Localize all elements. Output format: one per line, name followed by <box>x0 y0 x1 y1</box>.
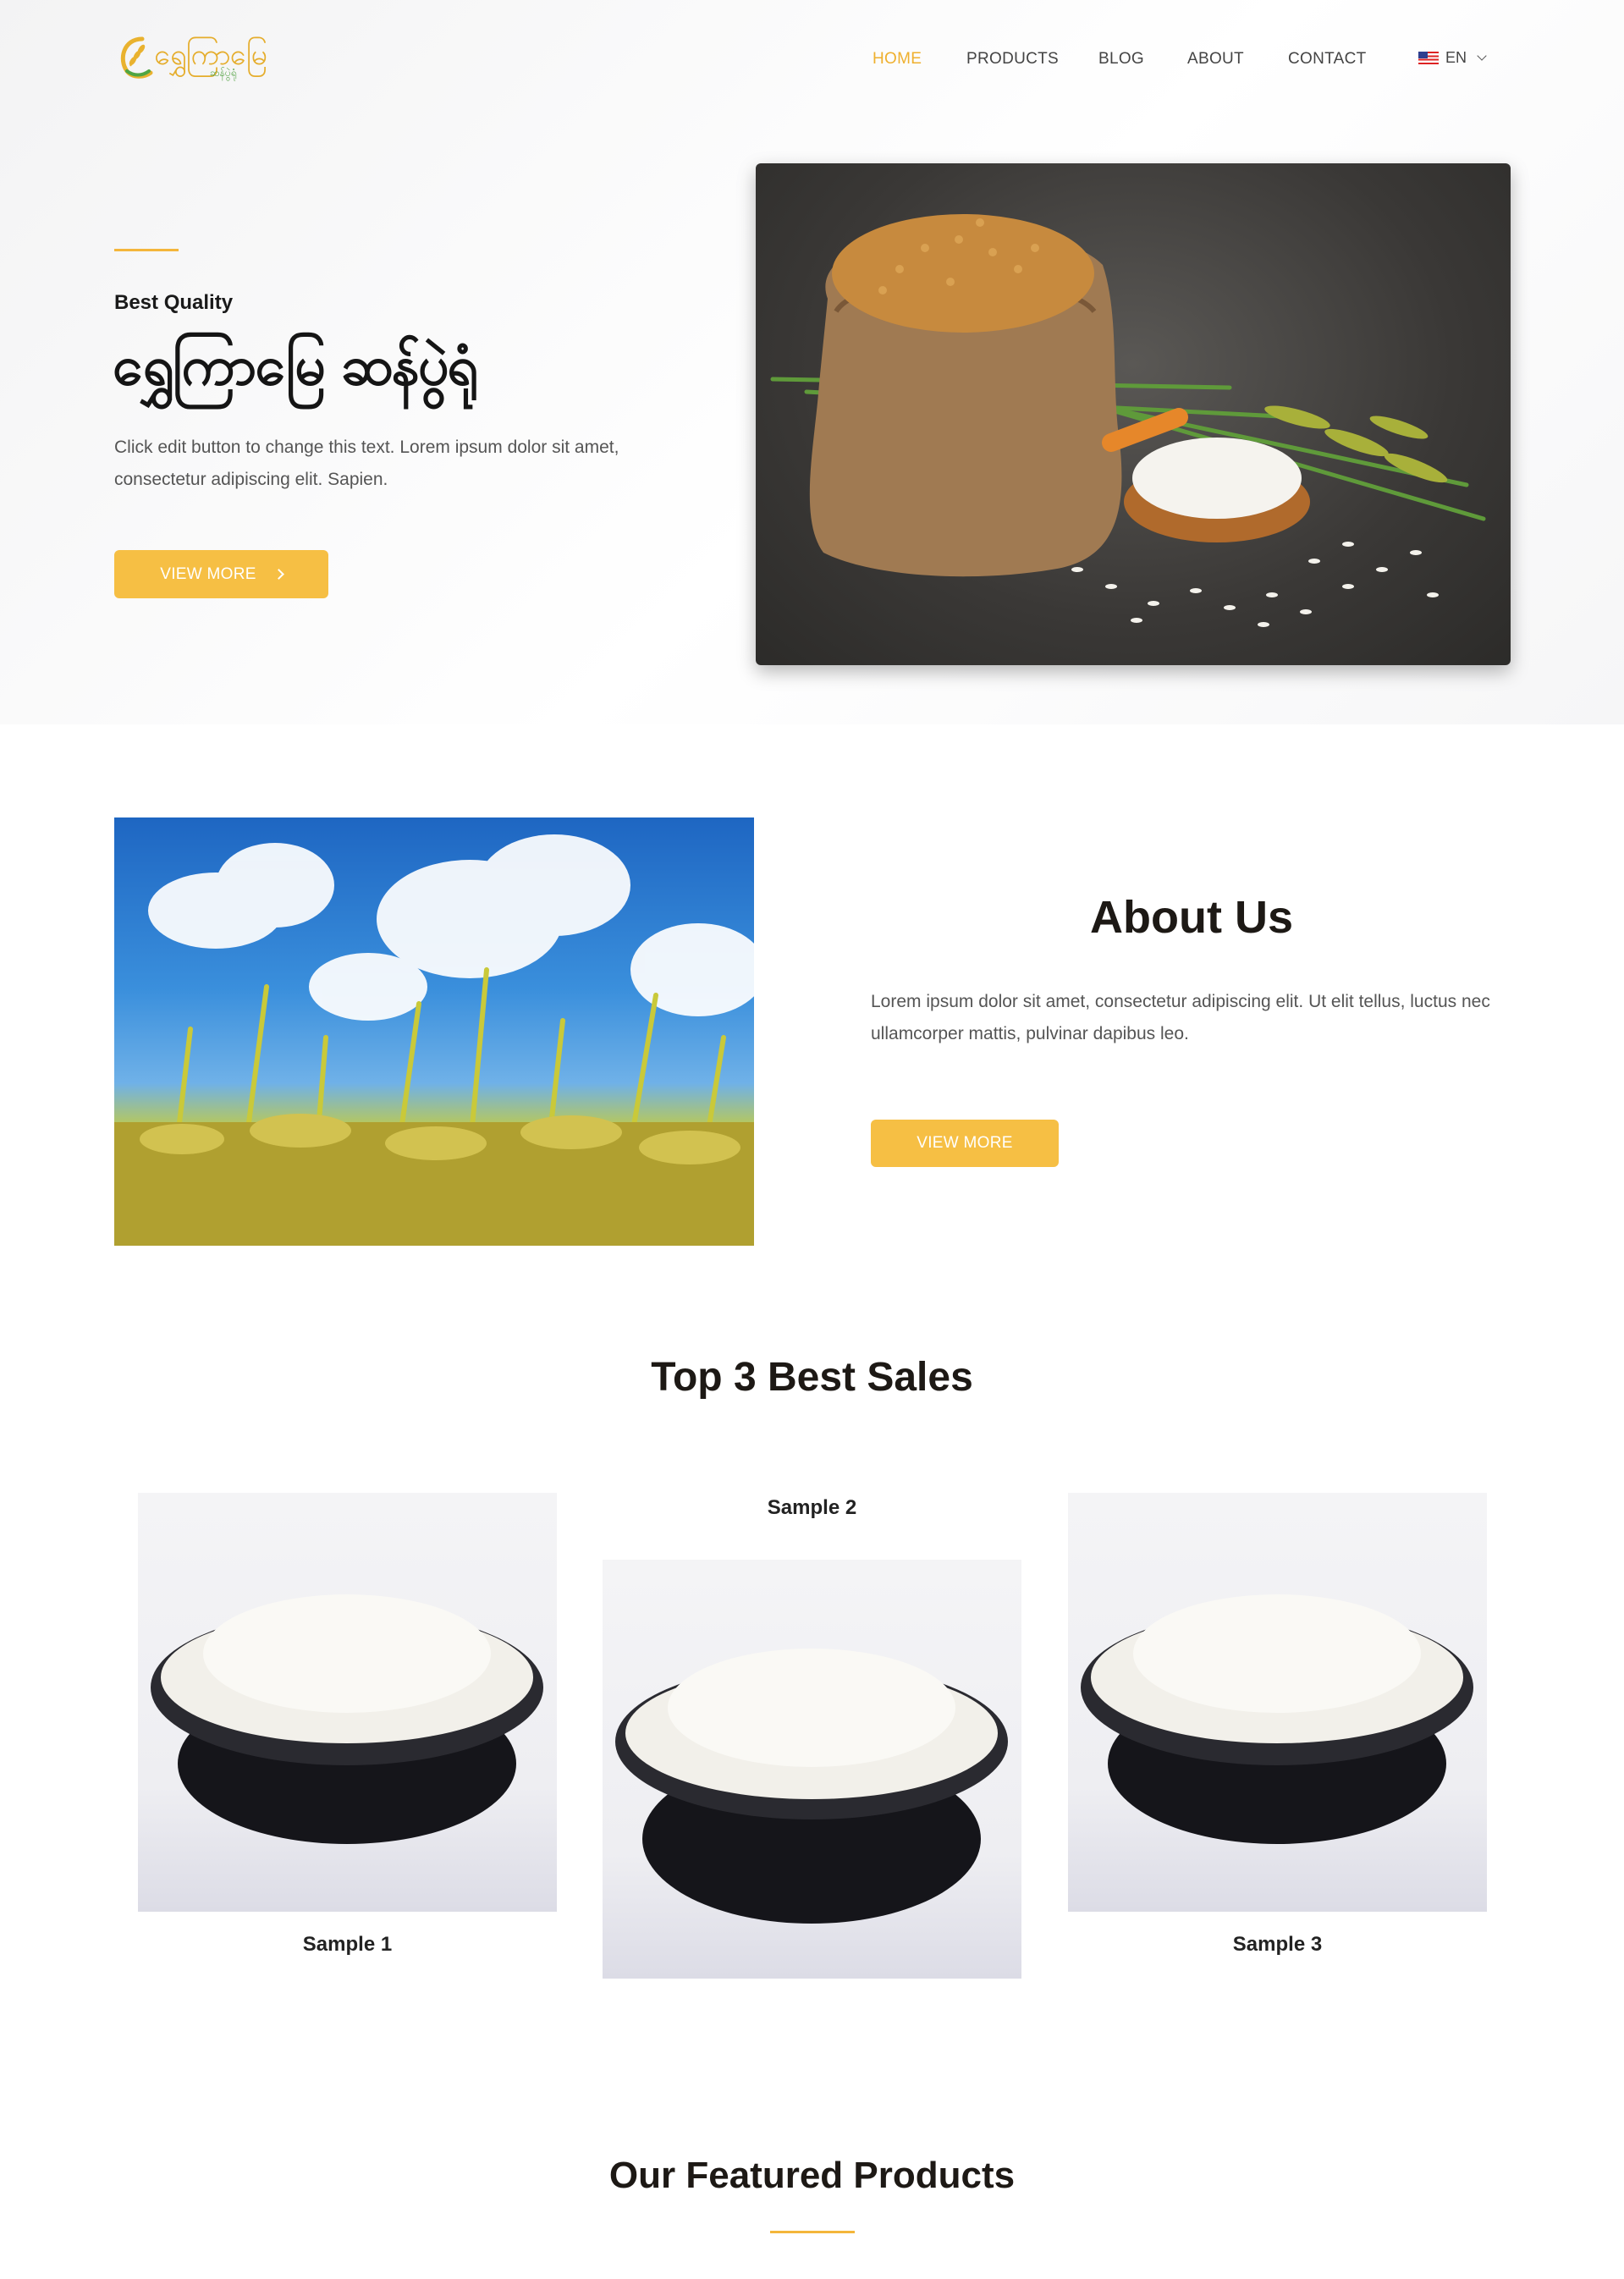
hero-view-more-button[interactable]: VIEW MORE <box>114 550 328 598</box>
rice-bowl-photo <box>151 1594 543 1844</box>
about-view-more-button[interactable]: VIEW MORE <box>871 1120 1059 1167</box>
nav-blog[interactable]: BLOG <box>1098 50 1144 69</box>
language-label: EN <box>1445 49 1467 66</box>
about-title: About Us <box>1090 892 1293 943</box>
hero-image <box>756 163 1511 665</box>
product-card-label[interactable]: Sample 1 <box>138 1933 557 1957</box>
hero-accent-line <box>114 249 179 251</box>
hero-button-label: VIEW MORE <box>160 564 256 583</box>
rice-logo-icon <box>121 36 153 79</box>
product-card-image[interactable] <box>1068 1493 1487 1912</box>
nav-contact[interactable]: CONTACT <box>1288 50 1367 69</box>
site-logo[interactable]: ရွှေကြာမြေ ဆန်ပွဲရုံ <box>117 34 273 80</box>
about-button-label: VIEW MORE <box>917 1134 1013 1152</box>
chevron-down-icon <box>1477 51 1487 61</box>
product-card-label[interactable]: Sample 3 <box>1068 1933 1487 1957</box>
chevron-right-icon <box>273 569 284 580</box>
hero-description: Click edit button to change this text. L… <box>114 438 619 489</box>
about-image <box>114 817 754 1246</box>
featured-products-title: Our Featured Products <box>608 2155 1016 2196</box>
product-card-label[interactable]: Sample 2 <box>603 1496 1021 1520</box>
nav-products[interactable]: PRODUCTS <box>966 50 1059 69</box>
about-description: Lorem ipsum dolor sit amet, consectetur … <box>871 992 1490 1043</box>
rice-field-photo <box>114 834 754 1246</box>
language-switcher[interactable]: EN <box>1418 49 1487 67</box>
top-sales-title: Top 3 Best Sales <box>651 1355 973 1400</box>
us-flag-icon <box>1418 52 1439 64</box>
rice-sack-photo <box>770 214 1486 627</box>
featured-accent-line <box>770 2231 855 2233</box>
nav-home[interactable]: HOME <box>873 50 922 69</box>
product-card-image[interactable] <box>603 1560 1021 1979</box>
product-card-image[interactable] <box>138 1493 557 1912</box>
logo-subtext: ဆန်ပွဲရုံ <box>210 67 237 79</box>
rice-bowl-photo <box>1081 1594 1473 1844</box>
hero-eyebrow: Best Quality <box>114 291 234 314</box>
nav-about[interactable]: ABOUT <box>1187 50 1244 69</box>
hero-title: ရွှေကြာမြေ ဆန်ပွဲရုံ <box>113 335 478 398</box>
rice-bowl-photo <box>615 1649 1008 1924</box>
